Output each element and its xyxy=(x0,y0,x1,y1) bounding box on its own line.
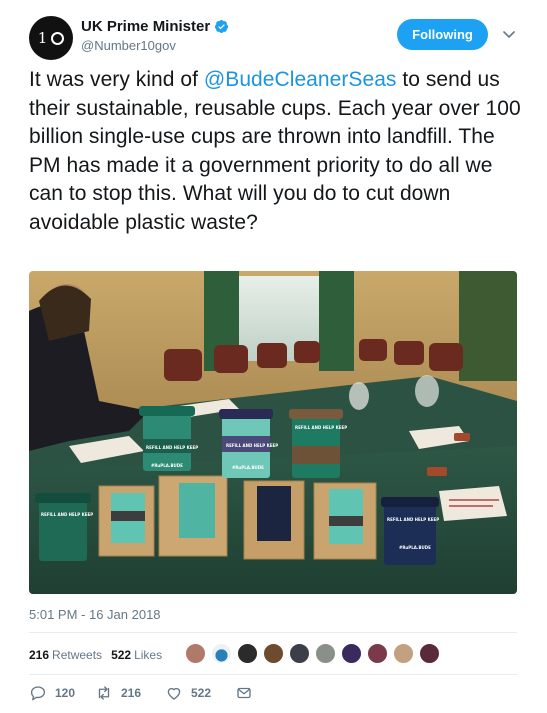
reply-button[interactable]: 120 xyxy=(29,684,95,702)
cup-label: REFILL AND HELP KEEP xyxy=(387,517,439,522)
liker-avatar[interactable] xyxy=(211,643,232,664)
tweet-text-part: to send us their sustainable, reusable c… xyxy=(29,68,521,234)
reply-count: 120 xyxy=(55,686,76,700)
liker-avatar[interactable] xyxy=(289,643,310,664)
liker-avatar[interactable] xyxy=(419,643,440,664)
reply-icon xyxy=(30,686,46,701)
following-button[interactable]: Following xyxy=(397,19,488,50)
likes-label: Likes xyxy=(134,648,163,662)
cup-label: REFILL AND HELP KEEP xyxy=(226,443,278,448)
envelope-icon xyxy=(237,687,251,699)
tweet-actions: 120 216 522 xyxy=(29,684,253,702)
heart-icon xyxy=(167,687,181,700)
like-count: 522 xyxy=(191,686,212,700)
author-display-name[interactable]: UK Prime Minister xyxy=(81,18,210,35)
cup-label: REFILL AND HELP KEEP xyxy=(295,425,347,430)
tweet-text-part: It was very kind of xyxy=(29,68,204,91)
verified-badge-icon xyxy=(215,19,229,34)
likes-count: 522 xyxy=(111,648,132,662)
liker-avatar[interactable] xyxy=(263,643,284,664)
tweet-text: It was very kind of @BudeCleanerSeas to … xyxy=(29,66,529,238)
tweet-photo[interactable]: REFILL AND HELP KEEP REFILL AND HELP KEE… xyxy=(29,271,517,594)
engagement-stats: 216 Retweets 522 Likes xyxy=(29,643,171,667)
chevron-down-icon[interactable] xyxy=(499,24,519,44)
tweet-header: 1 UK Prime Minister @Number10gov Followi… xyxy=(29,14,529,60)
author-handle[interactable]: @Number10gov xyxy=(81,38,229,53)
tweet-timestamp[interactable]: 5:01 PM - 16 Jan 2018 xyxy=(29,607,161,622)
cup-label: #RuPLA.BUDE xyxy=(232,465,264,470)
divider xyxy=(29,632,517,633)
like-button[interactable]: 522 xyxy=(165,684,235,702)
author-block: UK Prime Minister @Number10gov xyxy=(81,18,229,53)
likes-stat[interactable]: 522 Likes xyxy=(111,648,162,662)
retweets-label: Retweets xyxy=(52,648,103,662)
liker-avatar[interactable] xyxy=(367,643,388,664)
divider xyxy=(29,674,517,675)
retweets-stat[interactable]: 216 Retweets xyxy=(29,648,102,662)
retweet-count: 216 xyxy=(121,686,142,700)
cup-label: #RuPLA.BUDE xyxy=(151,463,183,468)
liker-avatar[interactable] xyxy=(393,643,414,664)
retweet-icon xyxy=(98,686,110,700)
mention-link[interactable]: @BudeCleanerSeas xyxy=(204,68,397,91)
author-name[interactable]: UK Prime Minister xyxy=(81,18,229,35)
photo-cups-on-table: REFILL AND HELP KEEP REFILL AND HELP KEE… xyxy=(29,271,517,594)
liker-avatar[interactable] xyxy=(315,643,336,664)
cup-label: REFILL AND HELP KEEP xyxy=(146,445,198,450)
cup-label: #RuPLA.BUDE xyxy=(399,545,431,550)
liker-avatar[interactable] xyxy=(185,643,206,664)
avatar[interactable]: 1 xyxy=(29,16,73,60)
direct-message-button[interactable] xyxy=(235,684,253,702)
cup-label: REFILL AND HELP KEEP xyxy=(41,512,93,517)
liker-avatar[interactable] xyxy=(341,643,362,664)
liker-avatars xyxy=(185,643,445,664)
retweet-button[interactable]: 216 xyxy=(95,684,165,702)
retweets-count: 216 xyxy=(29,648,50,662)
liker-avatar[interactable] xyxy=(237,643,258,664)
